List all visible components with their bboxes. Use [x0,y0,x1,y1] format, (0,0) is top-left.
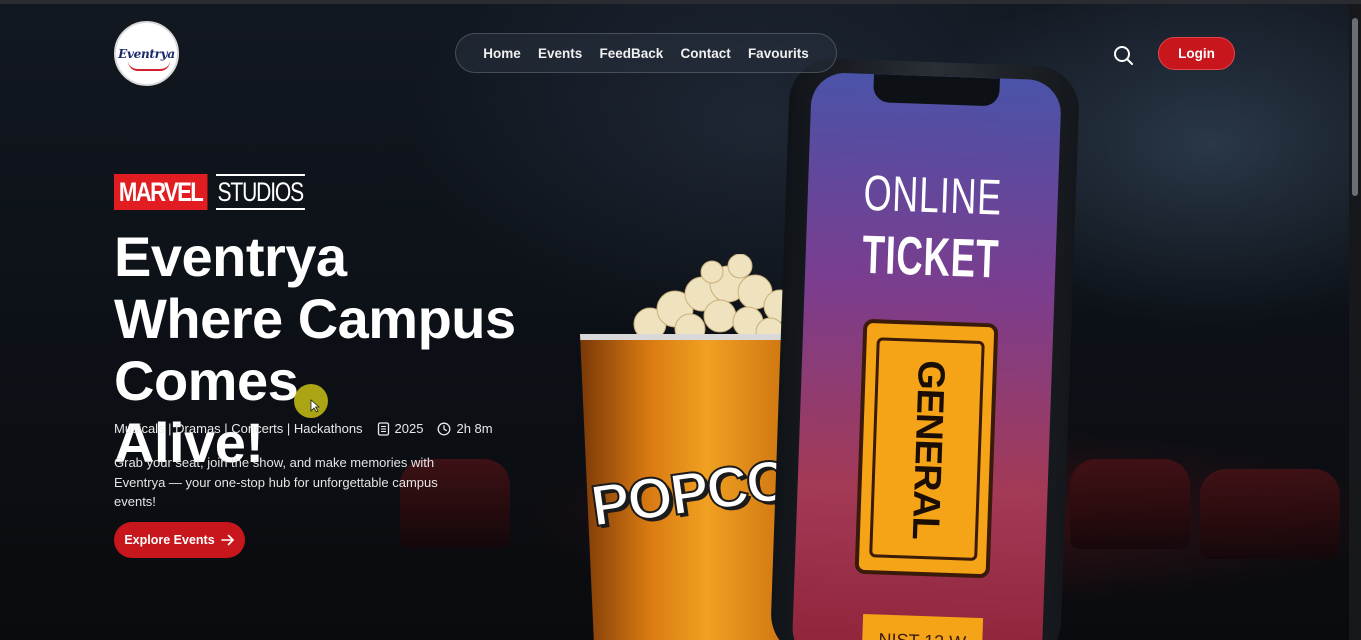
nav-feedback[interactable]: FeedBack [599,46,663,61]
brand-studios: STUDIOS [215,174,305,210]
duration-item: 2h 8m [437,421,493,436]
mouse-cursor-icon [310,399,320,413]
duration: 2h 8m [456,421,493,436]
hero-description: Grab your seat, join the show, and make … [114,455,438,509]
ticket-label: GENERAL [903,359,952,540]
scrollbar-thumb[interactable] [1352,18,1358,196]
main-nav: Home Events FeedBack Contact Favourits [455,33,837,73]
nav-home[interactable]: Home [483,46,521,61]
explore-events-button[interactable]: Explore Events [114,522,245,558]
year: 2025 [394,421,424,436]
nav-events[interactable]: Events [538,46,582,61]
marvel-studios-logo: MARVEL STUDIOS [114,174,329,210]
phone-screen: ONLINE TICKET GENERAL NIST 13 W [791,71,1062,640]
online-text: ONLINE [862,164,1003,226]
site-logo[interactable]: Eventrya [114,21,179,86]
login-button[interactable]: Login [1158,37,1235,70]
scrollbar[interactable] [1349,4,1361,640]
headline-line-1: Eventrya [114,225,347,288]
hero-section: POPCORN ONLINE TICKET GENERAL NIST 13 W … [0,4,1349,640]
calendar-icon [377,421,389,436]
nav-contact[interactable]: Contact [680,46,730,61]
clock-icon [438,422,451,435]
theater-seat [1070,459,1190,549]
theater-seat [1200,469,1340,559]
hero-headline: Eventrya Where Campus Comes Alive! [114,226,714,474]
ticket-inner: GENERAL [869,337,985,561]
search-icon[interactable] [1111,43,1137,69]
ticket-text: TICKET [861,224,1001,290]
logo-text: Eventrya [118,46,175,61]
event-meta: Musicals | Dramas | Concerts | Hackathon… [114,421,493,436]
arrow-right-icon [220,534,234,546]
ticket-graphic: GENERAL [854,318,999,579]
brand-marvel: MARVEL [114,174,208,210]
ticket-stub: NIST 13 W [861,613,984,640]
nav-favourits[interactable]: Favourits [748,46,809,61]
genres: Musicals | Dramas | Concerts | Hackathon… [114,421,363,436]
year-item: 2025 [377,421,424,436]
headline-line-2: Where Campus Comes [114,287,516,412]
phone-notch [873,74,1000,107]
logo-swoosh [128,61,170,71]
explore-events-label: Explore Events [124,533,215,547]
phone-image: ONLINE TICKET GENERAL NIST 13 W [769,57,1081,640]
